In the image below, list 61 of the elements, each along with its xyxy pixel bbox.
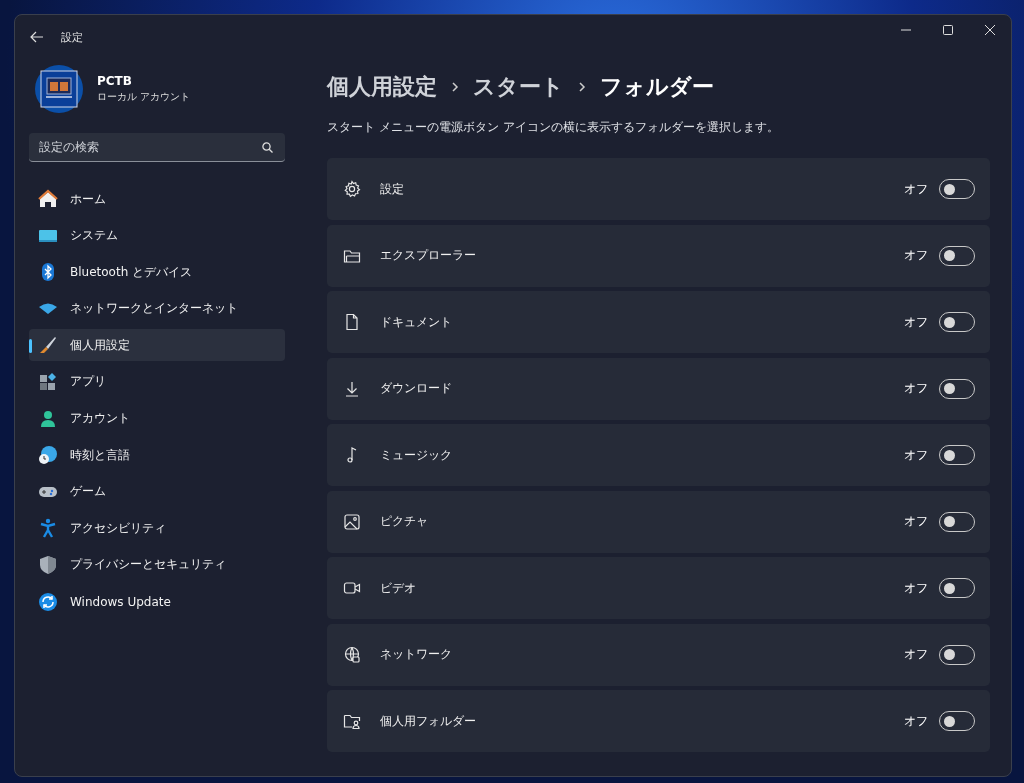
globe-clock-icon — [38, 445, 58, 466]
sidebar-item[interactable]: アプリ — [29, 365, 285, 398]
home-icon — [38, 189, 58, 209]
selection-indicator — [29, 339, 32, 354]
toggle-state-label: オフ — [904, 446, 928, 464]
toggle-state-label: オフ — [904, 313, 928, 331]
avatar-icon — [35, 65, 83, 113]
setting-label: ダウンロード — [380, 380, 452, 397]
back-arrow-icon — [30, 31, 44, 43]
chevron-icon — [578, 81, 586, 93]
sidebar-item[interactable]: プライバシーとセキュリティ — [29, 548, 285, 581]
setting-label: エクスプローラー — [380, 247, 476, 264]
toggle-state-label: オフ — [904, 513, 928, 530]
account-name: PCTB — [97, 74, 133, 88]
setting-label: 個人用フォルダー — [380, 712, 476, 730]
sidebar-item[interactable]: Windows Update — [29, 585, 285, 618]
toggle-state-label: オフ — [904, 180, 928, 198]
account-type: ローカル アカウント — [97, 90, 191, 104]
toggle-state-label: オフ — [904, 247, 928, 264]
picture-icon — [343, 512, 361, 531]
sidebar-item[interactable]: 時刻と言語 — [29, 439, 285, 472]
document-icon — [343, 313, 361, 331]
video-camera-icon — [343, 579, 361, 597]
setting-label: ドキュメント — [380, 313, 452, 331]
toggle-state-label: オフ — [904, 712, 928, 730]
search-icon — [262, 142, 273, 153]
search-field[interactable]: 設定の検索 — [29, 133, 285, 162]
sidebar-item[interactable]: ゲーム — [29, 475, 285, 508]
sidebar-item[interactable]: アカウント — [29, 402, 285, 435]
accessibility-icon — [38, 518, 58, 539]
toggle-state-label: オフ — [904, 579, 928, 597]
setting-label: ピクチャ — [380, 513, 428, 530]
sidebar-item[interactable]: ホーム — [29, 183, 285, 215]
maximize-icon — [943, 25, 953, 35]
toggle-state-label: オフ — [904, 646, 928, 663]
breadcrumb-link[interactable]: スタート — [473, 72, 564, 102]
update-icon — [38, 591, 58, 612]
brush-icon — [38, 335, 58, 356]
chevron-icon — [451, 81, 459, 93]
network-globe-icon — [343, 645, 361, 664]
apps-icon — [38, 371, 58, 392]
close-icon — [985, 25, 995, 35]
shield-icon — [38, 554, 58, 575]
setting-label: ミュージック — [380, 446, 452, 464]
sidebar-item[interactable]: 個人用設定 — [29, 329, 285, 362]
sidebar-item[interactable]: ネットワークとインターネット — [29, 292, 285, 325]
page-title: フォルダー — [600, 73, 714, 101]
settings-icon — [343, 180, 361, 198]
sidebar-item[interactable]: アクセシビリティ — [29, 512, 285, 545]
sidebar-item[interactable]: Bluetooth とデバイス — [29, 256, 285, 289]
window-title: 設定 — [61, 29, 83, 45]
user-folder-icon — [343, 712, 361, 730]
download-icon — [343, 379, 361, 398]
person-icon — [38, 408, 58, 429]
breadcrumb-link[interactable]: 個人用設定 — [327, 72, 437, 102]
sidebar-item[interactable]: システム — [29, 219, 285, 252]
setting-label: ネットワーク — [380, 646, 452, 663]
toggle-state-label: オフ — [904, 380, 928, 397]
setting-label: ビデオ — [380, 579, 416, 597]
page-description: スタート メニューの電源ボタン アイコンの横に表示するフォルダーを選択します。 — [327, 119, 780, 136]
setting-label: 設定 — [380, 180, 404, 198]
